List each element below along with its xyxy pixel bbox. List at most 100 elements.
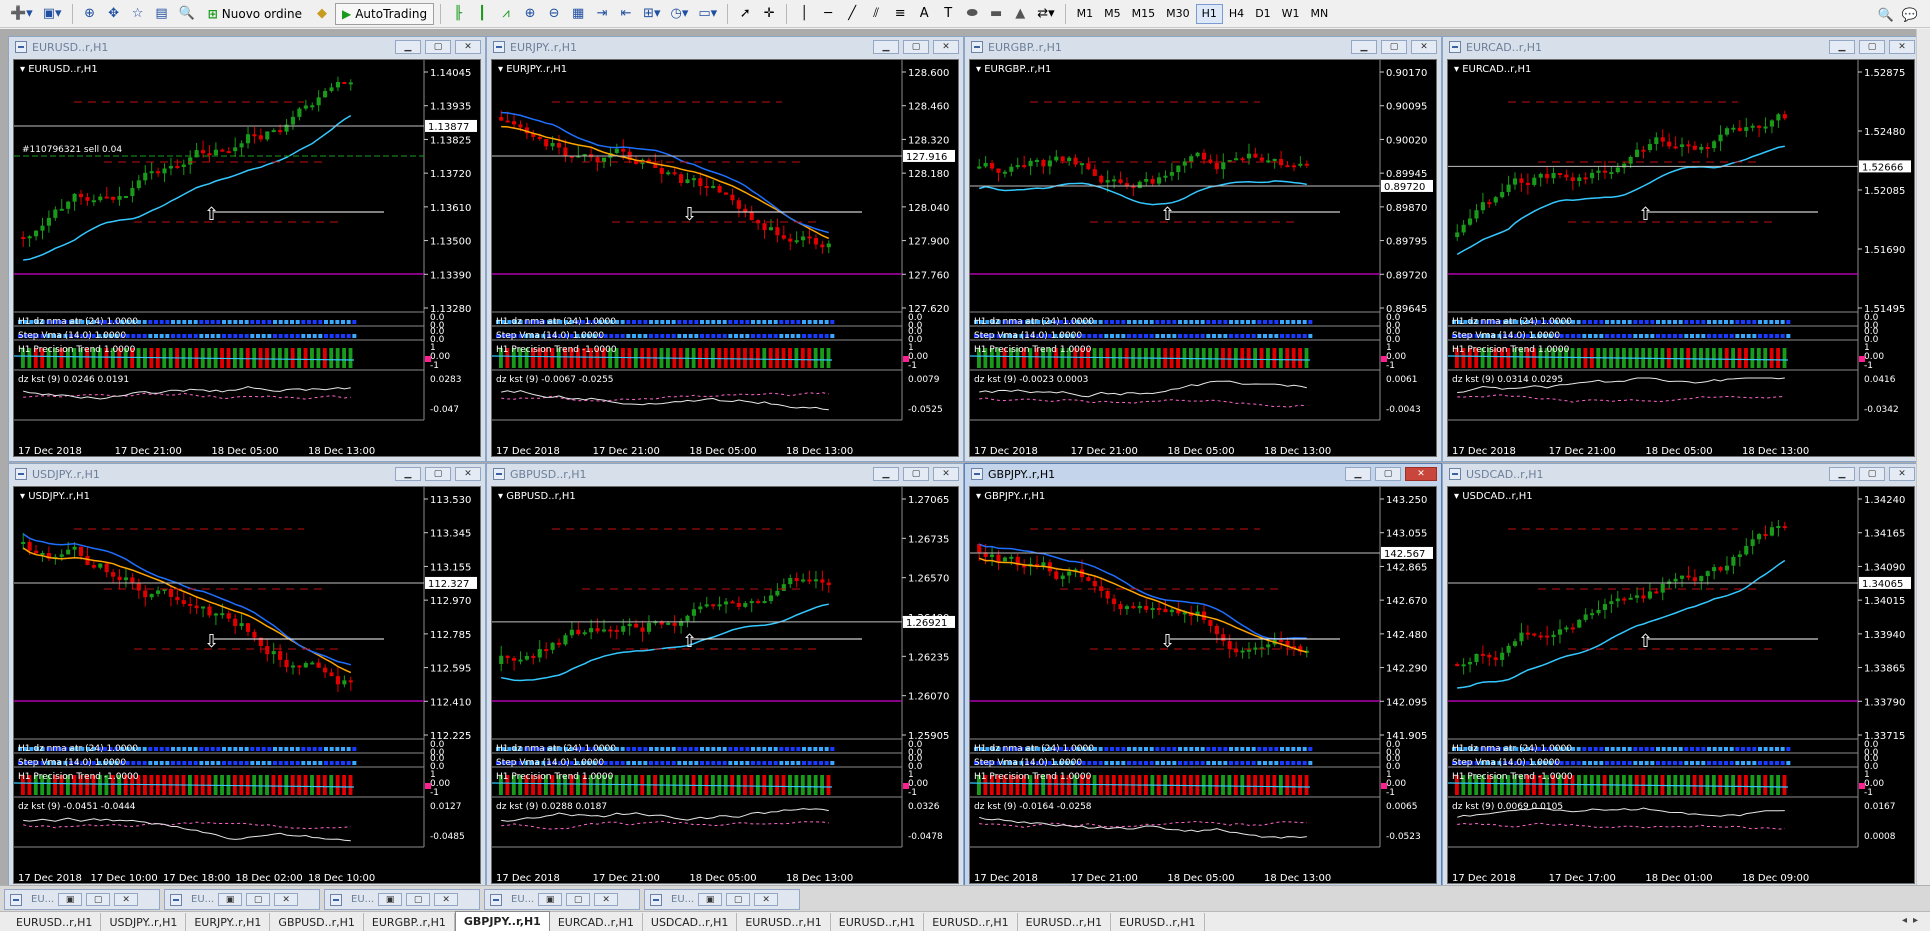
minimize-button[interactable]: ▁ [1345,467,1371,481]
restore-button[interactable]: ▣ [538,893,563,906]
line-chart-icon[interactable]: ⩘ [495,3,517,25]
bar-chart-icon[interactable]: ╟ [447,3,469,25]
timeframe-h1[interactable]: H1 [1195,3,1223,24]
minimize-button[interactable]: ▁ [873,40,899,54]
timeframe-m15[interactable]: M15 [1127,4,1161,24]
maximize-button[interactable]: ▢ [406,893,431,906]
auto-scroll-icon[interactable]: ⇥ [591,3,613,25]
search-icon[interactable]: 🔍 [1874,4,1898,26]
timeframe-mn[interactable]: MN [1306,4,1334,24]
restore-button[interactable]: ▣ [58,893,83,906]
horizontal-line-icon[interactable]: ─ [817,3,839,25]
autotrading-button[interactable]: ▶ AutoTrading [334,2,435,25]
rectangle-icon[interactable]: ▬ [985,3,1007,25]
vertical-line-icon[interactable]: │ [793,3,815,25]
chart-window-4[interactable]: USDJPY..r,H1 ▁ ▢ ✕ ▾ USDJPY..r,H1 113.530 113.… [8,463,486,889]
timeframe-m1[interactable]: M1 [1072,4,1099,24]
maximize-button[interactable]: ▢ [903,467,929,481]
chart-window-7[interactable]: USDCAD..r,H1 ▁ ▢ ✕ ▾ USDCAD..r,H1 1.34240 1.34… [1442,463,1920,889]
chart-canvas[interactable]: ▾ EURGBP..r,H1 0.90170 0.90095 0.90020 0.899… [969,59,1437,457]
strategy-tester-icon[interactable]: 🔍 [175,3,199,25]
maximize-button[interactable]: ▢ [246,893,271,906]
minimized-window[interactable]: EU... ▣ ▢ ✕ [4,889,160,910]
chart-canvas[interactable]: ▾ GBPJPY..r,H1 143.250 143.055 142.865 142.6… [969,486,1437,884]
close-button[interactable]: ✕ [933,40,959,54]
new-order-button[interactable]: ⊞ Nuovo ordine [201,3,309,25]
trendline-icon[interactable]: ╱ [841,3,863,25]
minimize-button[interactable]: ▁ [395,40,421,54]
maximize-button[interactable]: ▢ [86,893,111,906]
close-button[interactable]: ✕ [1889,467,1915,481]
timeframe-w1[interactable]: W1 [1277,4,1305,24]
chart-tab[interactable]: GBPJPY..r,H1 [454,911,550,931]
close-button[interactable]: ✕ [114,893,139,906]
text-icon[interactable]: A [913,3,935,25]
templates-icon[interactable]: ▭▾ [694,3,721,25]
crosshair-icon[interactable]: ✛ [758,3,780,25]
tile-windows-icon[interactable]: ▦ [567,3,589,25]
chart-tab[interactable]: EURUSD..r,H1 [737,913,831,931]
chart-tab[interactable]: EURUSD..r,H1 [924,913,1018,931]
minimized-window[interactable]: EU... ▣ ▢ ✕ [644,889,800,910]
market-watch-icon[interactable]: ⊕ [79,3,101,25]
chart-window-3[interactable]: EURCAD..r,H1 ▁ ▢ ✕ ▾ EURCAD..r,H1 1.52875 1.52… [1442,36,1920,462]
close-button[interactable]: ✕ [933,467,959,481]
close-button[interactable]: ✕ [434,893,459,906]
close-button[interactable]: ✕ [1889,40,1915,54]
chart-window-0[interactable]: EURUSD..r,H1 ▁ ▢ ✕ ▾ EURUSD..r,H1 1.14045 1.13… [8,36,486,462]
chart-tab[interactable]: USDJPY..r,H1 [101,913,187,931]
close-button[interactable]: ✕ [594,893,619,906]
chart-tab[interactable]: EURGBP..r,H1 [364,913,455,931]
maximize-button[interactable]: ▢ [1381,40,1407,54]
chart-canvas[interactable]: ▾ GBPUSD..r,H11.270651.267351.265701.264… [491,486,959,884]
maximize-button[interactable]: ▢ [903,40,929,54]
chart-tab[interactable]: USDCAD..r,H1 [643,913,738,931]
maximize-button[interactable]: ▢ [425,467,451,481]
ellipse-icon[interactable]: ⬬ [961,3,983,25]
navigator-icon[interactable]: ☆ [127,3,149,25]
chart-window-1[interactable]: EURJPY..r,H1 ▁ ▢ ✕ ▾ EURJPY..r,H1 128.600 128.… [486,36,964,462]
new-chart-icon[interactable]: ➕▾ [6,3,37,25]
zoom-out-icon[interactable]: ⊖ [543,3,565,25]
indicators-icon[interactable]: ⊞▾ [639,3,664,25]
timeframe-m30[interactable]: M30 [1161,4,1195,24]
fibonacci-icon[interactable]: ≡ [889,3,911,25]
periods-icon[interactable]: ◷▾ [667,3,693,25]
chat-icon[interactable]: 💬 [1898,4,1922,26]
maximize-button[interactable]: ▢ [1859,40,1885,54]
chart-canvas[interactable]: ▾ USDCAD..r,H1 1.34240 1.34165 1.34090 1.340… [1447,486,1915,884]
close-button[interactable]: ✕ [455,467,481,481]
minimized-window[interactable]: EU... ▣ ▢ ✕ [324,889,480,910]
chart-canvas[interactable]: ▾ USDJPY..r,H1 113.530 113.345 113.155 112.9… [13,486,481,884]
close-button[interactable]: ✕ [274,893,299,906]
chart-tab[interactable]: EURUSD..r,H1 [831,913,925,931]
minimize-button[interactable]: ▁ [1829,467,1855,481]
triangle-icon[interactable]: ▲ [1009,3,1031,25]
text-label-icon[interactable]: T [937,3,959,25]
chart-shift-icon[interactable]: ⇤ [615,3,637,25]
maximize-button[interactable]: ▢ [1375,467,1401,481]
maximize-button[interactable]: ▢ [1859,467,1885,481]
maximize-button[interactable]: ▢ [726,893,751,906]
close-button[interactable]: ✕ [1411,40,1437,54]
close-button[interactable]: ✕ [1405,467,1437,481]
chart-tab[interactable]: EURCAD..r,H1 [550,913,643,931]
close-button[interactable]: ✕ [455,40,481,54]
minimized-window[interactable]: EU... ▣ ▢ ✕ [484,889,640,910]
maximize-button[interactable]: ▢ [566,893,591,906]
chart-window-2[interactable]: EURGBP..r,H1 ▁ ▢ ✕ ▾ EURGBP..r,H1 0.90170 0.90… [964,36,1442,462]
minimize-button[interactable]: ▁ [395,467,421,481]
restore-button[interactable]: ▣ [218,893,243,906]
chart-tab[interactable]: EURUSD..r,H1 [8,913,102,931]
terminal-icon[interactable]: ▤ [151,3,173,25]
chart-canvas[interactable]: ▾ EURUSD..r,H1 1.14045 1.13935 1.13825 1.137… [13,59,481,457]
cursor-icon[interactable]: ➚ [734,3,756,25]
candlestick-icon[interactable]: ┃ [471,3,493,25]
data-window-icon[interactable]: ✥ [103,3,125,25]
maximize-button[interactable]: ▢ [425,40,451,54]
zoom-in-icon[interactable]: ⊕ [519,3,541,25]
workspace-scrollbar[interactable] [1916,29,1930,885]
tab-scroll-arrows[interactable]: ◂▸ [1902,915,1924,926]
minimize-button[interactable]: ▁ [1829,40,1855,54]
minimize-button[interactable]: ▁ [1351,40,1377,54]
